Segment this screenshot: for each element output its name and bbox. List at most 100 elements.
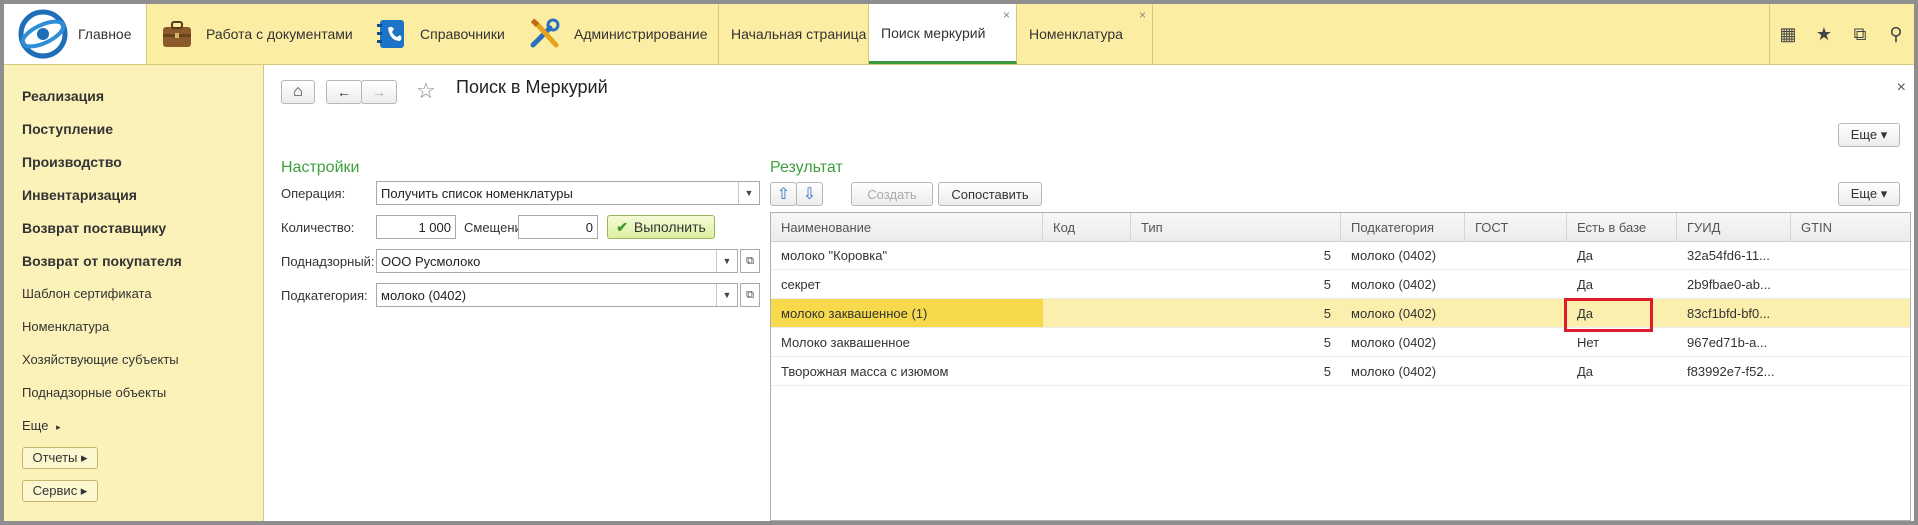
section-administration[interactable]: Администрирование <box>528 4 708 64</box>
section-references[interactable]: Справочники <box>374 4 505 64</box>
table-row[interactable]: секрет 5 молоко (0402) Да 2b9fbae0-ab... <box>771 270 1910 299</box>
table-cell-gost <box>1465 241 1567 269</box>
form-area: ⌂ ← → ☆ Поиск в Меркурий × Еще ▾ Настрой… <box>264 65 1914 521</box>
service-button[interactable]: Сервис ▸ <box>22 480 98 502</box>
column-header-name[interactable]: Наименование <box>771 213 1043 241</box>
apps-grid-icon[interactable]: ▦ <box>1770 4 1806 64</box>
tab-mercury-search-label: Поиск меркурий <box>881 24 986 41</box>
column-header-guid[interactable]: ГУИД <box>1677 213 1791 241</box>
match-button[interactable]: Сопоставить <box>938 182 1042 206</box>
forward-button[interactable]: → <box>361 80 397 104</box>
table-row[interactable]: молоко заквашенное (1) 5 молоко (0402) Да 83… <box>771 299 1910 328</box>
table-cell-gost <box>1465 299 1567 327</box>
history-icon[interactable]: ⧉ <box>1842 4 1878 64</box>
column-header-subcategory[interactable]: Подкатегория <box>1341 213 1465 241</box>
column-header-in-base[interactable]: Есть в базе <box>1567 213 1677 241</box>
column-header-code[interactable]: Код <box>1043 213 1131 241</box>
create-button[interactable]: Создать <box>851 182 933 206</box>
table-cell-in-base: Да <box>1577 276 1594 292</box>
table-cell-gost <box>1465 328 1567 356</box>
table-cell-name: секрет <box>781 276 821 292</box>
table-row[interactable]: молоко "Коровка" 5 молоко (0402) Да 32a54fd6… <box>771 241 1910 270</box>
section-main-label: Главное <box>78 26 132 42</box>
highlight-box <box>1564 298 1653 332</box>
sidebar-item-return-supplier[interactable]: Возврат поставщику <box>22 220 166 236</box>
sidebar-item-more[interactable]: Еще ▸ <box>22 418 61 433</box>
table-cell-type: 5 <box>1323 363 1331 379</box>
sidebar-item-inventory[interactable]: Инвентаризация <box>22 187 137 203</box>
tab-nomenclature[interactable]: Номенклатура × <box>1017 4 1153 64</box>
more-button-top[interactable]: Еще ▾ <box>1838 123 1900 147</box>
table-cell-in-base: Да <box>1577 247 1594 263</box>
operation-select[interactable]: Получить список номенклатуры ▼ <box>376 181 760 205</box>
sidebar-item-return-customer[interactable]: Возврат от покупателя <box>22 253 182 269</box>
chevron-down-icon[interactable]: ▼ <box>738 182 759 204</box>
table-cell-code <box>1043 357 1131 385</box>
table-cell-name: молоко заквашенное (1) <box>771 299 1043 327</box>
back-button[interactable]: ← <box>326 80 362 104</box>
tab-close-icon[interactable]: × <box>1139 8 1146 22</box>
sidebar-item-receipts[interactable]: Поступление <box>22 121 113 137</box>
table-header: Наименование Код Тип Подкатегория ГОСТ Е… <box>771 213 1910 242</box>
offset-field[interactable]: 0 <box>518 215 598 239</box>
table-cell-guid: f83992e7-f52... <box>1687 363 1775 379</box>
table-cell-code <box>1043 328 1131 356</box>
table-cell-name: молоко "Коровка" <box>781 247 888 263</box>
table-cell-in-base: Да <box>1577 363 1594 379</box>
supervised-field[interactable]: ООО Русмолоко ▼ <box>376 249 738 273</box>
sidebar-item-sales[interactable]: Реализация <box>22 88 104 104</box>
tab-nomenclature-label: Номенклатура <box>1029 26 1123 42</box>
toolbar-icons: ▦ ★ ⧉ ⚲ <box>1769 4 1914 64</box>
favorites-star-icon[interactable]: ★ <box>1806 4 1842 64</box>
section-documents[interactable]: Работа с документами <box>160 4 353 64</box>
move-up-button[interactable]: ⇧ <box>770 182 797 206</box>
arrow-right-icon: → <box>372 84 386 100</box>
table-cell-subcat: молоко (0402) <box>1351 334 1437 350</box>
more-button-result[interactable]: Еще ▾ <box>1838 182 1900 206</box>
table-row[interactable]: Творожная масса с изюмом 5 молоко (0402) Да… <box>771 357 1910 386</box>
move-down-button[interactable]: ⇩ <box>796 182 823 206</box>
open-icon[interactable]: ⧉ <box>740 249 760 273</box>
open-icon[interactable]: ⧉ <box>740 283 760 307</box>
column-header-type[interactable]: Тип <box>1131 213 1341 241</box>
column-header-gtin[interactable]: GTIN <box>1791 213 1910 241</box>
arrow-up-icon: ⇧ <box>776 186 791 203</box>
sidebar-item-certificate-template[interactable]: Шаблон сертификата <box>22 286 152 301</box>
tab-close-icon[interactable]: × <box>1003 8 1010 22</box>
sidebar-item-nomenclature[interactable]: Номенклатура <box>22 319 109 334</box>
column-header-gost[interactable]: ГОСТ <box>1465 213 1567 241</box>
count-field[interactable]: 1 000 <box>376 215 456 239</box>
home-icon: ⌂ <box>293 83 303 100</box>
run-button[interactable]: ✔ Выполнить <box>607 215 715 239</box>
subcategory-field[interactable]: молоко (0402) ▼ <box>376 283 738 307</box>
table-cell-type: 5 <box>1323 276 1331 292</box>
chevron-down-icon[interactable]: ▼ <box>716 284 737 306</box>
table-cell-name: Молоко заквашенное <box>781 334 910 350</box>
close-icon[interactable]: × <box>1897 79 1906 97</box>
logo-icon <box>18 9 68 59</box>
favorite-star-icon[interactable]: ☆ <box>416 78 436 104</box>
tools-icon <box>530 18 560 48</box>
sidebar-item-business-entities[interactable]: Хозяйствующие субъекты <box>22 352 179 367</box>
table-cell-guid: 32a54fd6-11... <box>1687 247 1770 263</box>
section-references-label: Справочники <box>420 26 505 42</box>
search-icon[interactable]: ⚲ <box>1878 4 1914 64</box>
table-cell-gtin <box>1791 299 1910 327</box>
settings-title: Настройки <box>281 159 360 176</box>
table-cell-subcat: молоко (0402) <box>1351 276 1437 292</box>
offset-value: 0 <box>585 219 593 235</box>
table-cell-guid: 83cf1bfd-bf0... <box>1687 305 1771 321</box>
reports-button[interactable]: Отчеты ▸ <box>22 447 98 469</box>
table-row[interactable]: Молоко заквашенное 5 молоко (0402) Нет 967ed… <box>771 328 1910 357</box>
section-main[interactable]: Главное <box>4 4 147 64</box>
checkmark-icon: ✔ <box>616 218 628 235</box>
table-cell-in-base: Нет <box>1577 334 1600 350</box>
home-button[interactable]: ⌂ <box>281 80 315 104</box>
arrow-down-icon: ⇩ <box>802 186 817 203</box>
sidebar-item-supervised-objects[interactable]: Поднадзорные объекты <box>22 385 166 400</box>
tab-mercury-search[interactable]: Поиск меркурий × <box>869 4 1017 64</box>
chevron-down-icon[interactable]: ▼ <box>716 250 737 272</box>
chevron-right-icon: ▸ <box>56 422 61 432</box>
sidebar-item-production[interactable]: Производство <box>22 154 122 170</box>
tab-start-page[interactable]: Начальная страница <box>719 4 869 64</box>
